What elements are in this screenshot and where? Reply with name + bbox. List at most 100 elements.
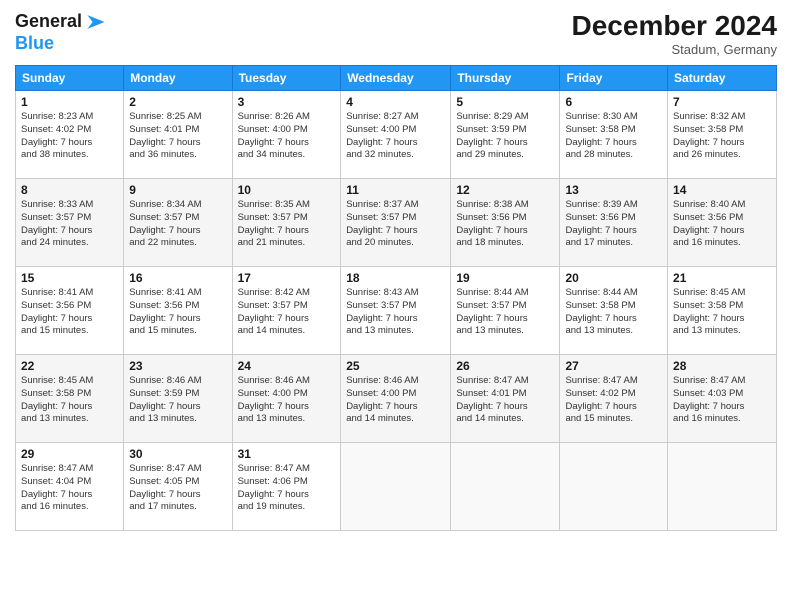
calendar-week-row: 29Sunrise: 8:47 AM Sunset: 4:04 PM Dayli… bbox=[16, 443, 777, 531]
table-row: 24 Sunrise: 8:46 AM Sunset: 4:00 PM Dayli… bbox=[232, 355, 341, 443]
location: Stadum, Germany bbox=[572, 42, 777, 57]
day-info: Sunrise: 8:45 AM Sunset: 3:58 PM Dayligh… bbox=[21, 375, 118, 426]
col-thursday: Thursday bbox=[451, 66, 560, 91]
day-info: Sunrise: 8:37 AM Sunset: 3:57 PM Dayligh… bbox=[346, 199, 445, 250]
day-number: 10 bbox=[238, 183, 336, 197]
table-row: 17 Sunrise: 8:42 AM Sunset: 3:57 PM Dayli… bbox=[232, 267, 341, 355]
day-number: 9 bbox=[129, 183, 226, 197]
day-number: 17 bbox=[238, 271, 336, 285]
calendar-week-row: 1 Sunrise: 8:23 AM Sunset: 4:02 PM Daylig… bbox=[16, 91, 777, 179]
day-number: 20 bbox=[565, 271, 662, 285]
day-number: 12 bbox=[456, 183, 554, 197]
table-row bbox=[451, 443, 560, 531]
day-number: 25 bbox=[346, 359, 445, 373]
calendar-header-row: Sunday Monday Tuesday Wednesday Thursday… bbox=[16, 66, 777, 91]
table-row: 19 Sunrise: 8:44 AM Sunset: 3:57 PM Dayli… bbox=[451, 267, 560, 355]
day-info: Sunrise: 8:26 AM Sunset: 4:00 PM Dayligh… bbox=[238, 111, 336, 162]
day-info: Sunrise: 8:44 AM Sunset: 3:58 PM Dayligh… bbox=[565, 287, 662, 338]
table-row: 5Sunrise: 8:29 AM Sunset: 3:59 PM Daylig… bbox=[451, 91, 560, 179]
table-row: 2 Sunrise: 8:25 AM Sunset: 4:01 PM Daylig… bbox=[124, 91, 232, 179]
logo-blue-text: Blue bbox=[15, 33, 54, 53]
day-info: Sunrise: 8:30 AM Sunset: 3:58 PM Dayligh… bbox=[565, 111, 662, 162]
day-info: Sunrise: 8:43 AM Sunset: 3:57 PM Dayligh… bbox=[346, 287, 445, 338]
col-friday: Friday bbox=[560, 66, 668, 91]
table-row: 9 Sunrise: 8:34 AM Sunset: 3:57 PM Daylig… bbox=[124, 179, 232, 267]
day-info: Sunrise: 8:44 AM Sunset: 3:57 PM Dayligh… bbox=[456, 287, 554, 338]
col-sunday: Sunday bbox=[16, 66, 124, 91]
day-number: 14 bbox=[673, 183, 771, 197]
col-saturday: Saturday bbox=[668, 66, 777, 91]
table-row: 11 Sunrise: 8:37 AM Sunset: 3:57 PM Dayli… bbox=[341, 179, 451, 267]
day-info: Sunrise: 8:40 AM Sunset: 3:56 PM Dayligh… bbox=[673, 199, 771, 250]
table-row: 29Sunrise: 8:47 AM Sunset: 4:04 PM Dayli… bbox=[16, 443, 124, 531]
table-row: 21 Sunrise: 8:45 AM Sunset: 3:58 PM Dayli… bbox=[668, 267, 777, 355]
day-number: 18 bbox=[346, 271, 445, 285]
day-info: Sunrise: 8:46 AM Sunset: 4:00 PM Dayligh… bbox=[346, 375, 445, 426]
title-block: December 2024 Stadum, Germany bbox=[572, 10, 777, 57]
day-info: Sunrise: 8:42 AM Sunset: 3:57 PM Dayligh… bbox=[238, 287, 336, 338]
day-number: 7 bbox=[673, 95, 771, 109]
day-info: Sunrise: 8:47 AM Sunset: 4:06 PM Dayligh… bbox=[238, 463, 336, 514]
table-row: 14 Sunrise: 8:40 AM Sunset: 3:56 PM Dayli… bbox=[668, 179, 777, 267]
day-info: Sunrise: 8:46 AM Sunset: 4:00 PM Dayligh… bbox=[238, 375, 336, 426]
table-row: 28Sunrise: 8:47 AM Sunset: 4:03 PM Dayli… bbox=[668, 355, 777, 443]
day-info: Sunrise: 8:34 AM Sunset: 3:57 PM Dayligh… bbox=[129, 199, 226, 250]
calendar-table: Sunday Monday Tuesday Wednesday Thursday… bbox=[15, 65, 777, 531]
day-number: 3 bbox=[238, 95, 336, 109]
day-number: 30 bbox=[129, 447, 226, 461]
day-info: Sunrise: 8:41 AM Sunset: 3:56 PM Dayligh… bbox=[21, 287, 118, 338]
table-row: 3 Sunrise: 8:26 AM Sunset: 4:00 PM Daylig… bbox=[232, 91, 341, 179]
table-row: 6 Sunrise: 8:30 AM Sunset: 3:58 PM Daylig… bbox=[560, 91, 668, 179]
day-info: Sunrise: 8:47 AM Sunset: 4:04 PM Dayligh… bbox=[21, 463, 118, 514]
day-number: 31 bbox=[238, 447, 336, 461]
day-info: Sunrise: 8:47 AM Sunset: 4:01 PM Dayligh… bbox=[456, 375, 554, 426]
day-info: Sunrise: 8:47 AM Sunset: 4:02 PM Dayligh… bbox=[565, 375, 662, 426]
table-row: 10Sunrise: 8:35 AM Sunset: 3:57 PM Dayli… bbox=[232, 179, 341, 267]
table-row: 25 Sunrise: 8:46 AM Sunset: 4:00 PM Dayli… bbox=[341, 355, 451, 443]
table-row bbox=[560, 443, 668, 531]
logo-arrow-icon bbox=[84, 10, 108, 34]
day-info: Sunrise: 8:32 AM Sunset: 3:58 PM Dayligh… bbox=[673, 111, 771, 162]
day-number: 27 bbox=[565, 359, 662, 373]
day-number: 5 bbox=[456, 95, 554, 109]
table-row: 15Sunrise: 8:41 AM Sunset: 3:56 PM Dayli… bbox=[16, 267, 124, 355]
day-info: Sunrise: 8:45 AM Sunset: 3:58 PM Dayligh… bbox=[673, 287, 771, 338]
day-number: 16 bbox=[129, 271, 226, 285]
table-row bbox=[668, 443, 777, 531]
day-info: Sunrise: 8:23 AM Sunset: 4:02 PM Dayligh… bbox=[21, 111, 118, 162]
table-row: 30Sunrise: 8:47 AM Sunset: 4:05 PM Dayli… bbox=[124, 443, 232, 531]
page: General Blue December 2024 Stadum, Germa… bbox=[0, 0, 792, 612]
header: General Blue December 2024 Stadum, Germa… bbox=[15, 10, 777, 57]
day-number: 21 bbox=[673, 271, 771, 285]
logo: General Blue bbox=[15, 10, 108, 54]
table-row: 7 Sunrise: 8:32 AM Sunset: 3:58 PM Daylig… bbox=[668, 91, 777, 179]
table-row: 27 Sunrise: 8:47 AM Sunset: 4:02 PM Dayli… bbox=[560, 355, 668, 443]
day-number: 23 bbox=[129, 359, 226, 373]
table-row: 20 Sunrise: 8:44 AM Sunset: 3:58 PM Dayli… bbox=[560, 267, 668, 355]
day-number: 28 bbox=[673, 359, 771, 373]
table-row: 18 Sunrise: 8:43 AM Sunset: 3:57 PM Dayli… bbox=[341, 267, 451, 355]
day-info: Sunrise: 8:41 AM Sunset: 3:56 PM Dayligh… bbox=[129, 287, 226, 338]
day-number: 13 bbox=[565, 183, 662, 197]
day-number: 11 bbox=[346, 183, 445, 197]
day-info: Sunrise: 8:38 AM Sunset: 3:56 PM Dayligh… bbox=[456, 199, 554, 250]
table-row: 1 Sunrise: 8:23 AM Sunset: 4:02 PM Daylig… bbox=[16, 91, 124, 179]
day-info: Sunrise: 8:25 AM Sunset: 4:01 PM Dayligh… bbox=[129, 111, 226, 162]
day-info: Sunrise: 8:46 AM Sunset: 3:59 PM Dayligh… bbox=[129, 375, 226, 426]
day-number: 4 bbox=[346, 95, 445, 109]
table-row bbox=[341, 443, 451, 531]
day-number: 22 bbox=[21, 359, 118, 373]
table-row: 31 Sunrise: 8:47 AM Sunset: 4:06 PM Dayli… bbox=[232, 443, 341, 531]
day-number: 6 bbox=[565, 95, 662, 109]
calendar-week-row: 22 Sunrise: 8:45 AM Sunset: 3:58 PM Dayli… bbox=[16, 355, 777, 443]
day-number: 1 bbox=[21, 95, 118, 109]
day-info: Sunrise: 8:39 AM Sunset: 3:56 PM Dayligh… bbox=[565, 199, 662, 250]
table-row: 12 Sunrise: 8:38 AM Sunset: 3:56 PM Dayli… bbox=[451, 179, 560, 267]
day-number: 24 bbox=[238, 359, 336, 373]
day-info: Sunrise: 8:33 AM Sunset: 3:57 PM Dayligh… bbox=[21, 199, 118, 250]
table-row: 23 Sunrise: 8:46 AM Sunset: 3:59 PM Dayli… bbox=[124, 355, 232, 443]
day-number: 19 bbox=[456, 271, 554, 285]
day-number: 26 bbox=[456, 359, 554, 373]
col-tuesday: Tuesday bbox=[232, 66, 341, 91]
day-number: 2 bbox=[129, 95, 226, 109]
